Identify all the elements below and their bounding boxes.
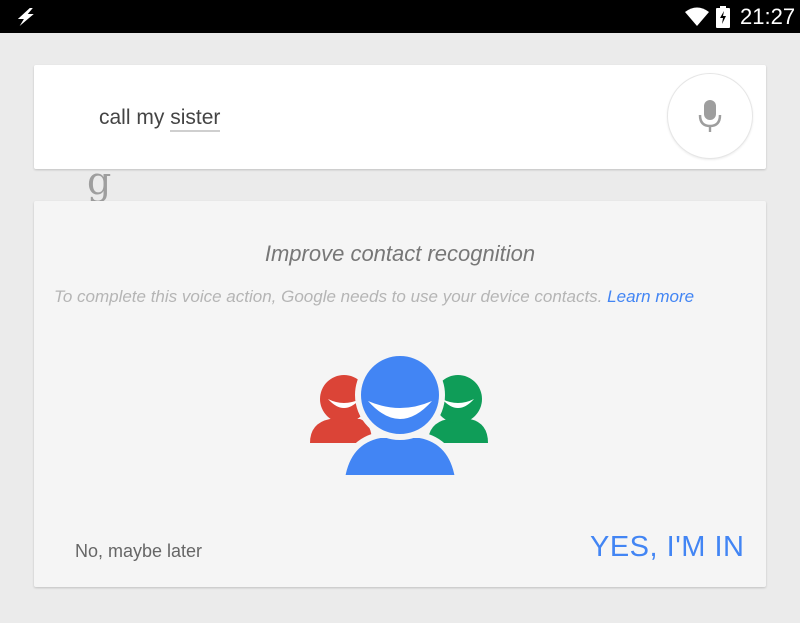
search-bar: g call my sister bbox=[34, 65, 766, 201]
decline-button[interactable]: No, maybe later bbox=[75, 540, 202, 562]
status-bar: 21:27 bbox=[0, 0, 800, 33]
google-logo-icon: g bbox=[87, 159, 112, 203]
search-query-text[interactable]: call my sister bbox=[99, 105, 221, 132]
status-time: 21:27 bbox=[740, 4, 796, 29]
contacts-group-icon bbox=[310, 350, 490, 483]
contact-permission-card: Improve contact recognition To complete … bbox=[34, 201, 766, 587]
card-title: Improve contact recognition bbox=[264, 241, 536, 266]
flash-icon bbox=[14, 7, 36, 32]
query-prefix: call my bbox=[99, 106, 171, 129]
card-description: To complete this voice action, Google ne… bbox=[54, 286, 754, 308]
wifi-icon bbox=[684, 7, 710, 32]
microphone-icon bbox=[698, 100, 722, 132]
voice-search-button[interactable] bbox=[667, 73, 753, 159]
accept-button[interactable]: YES, I'M IN bbox=[590, 531, 744, 563]
learn-more-link[interactable]: Learn more bbox=[607, 287, 694, 306]
query-highlight: sister bbox=[170, 106, 221, 132]
description-text: To complete this voice action, Google ne… bbox=[54, 287, 603, 306]
battery-charging-icon bbox=[716, 6, 730, 33]
